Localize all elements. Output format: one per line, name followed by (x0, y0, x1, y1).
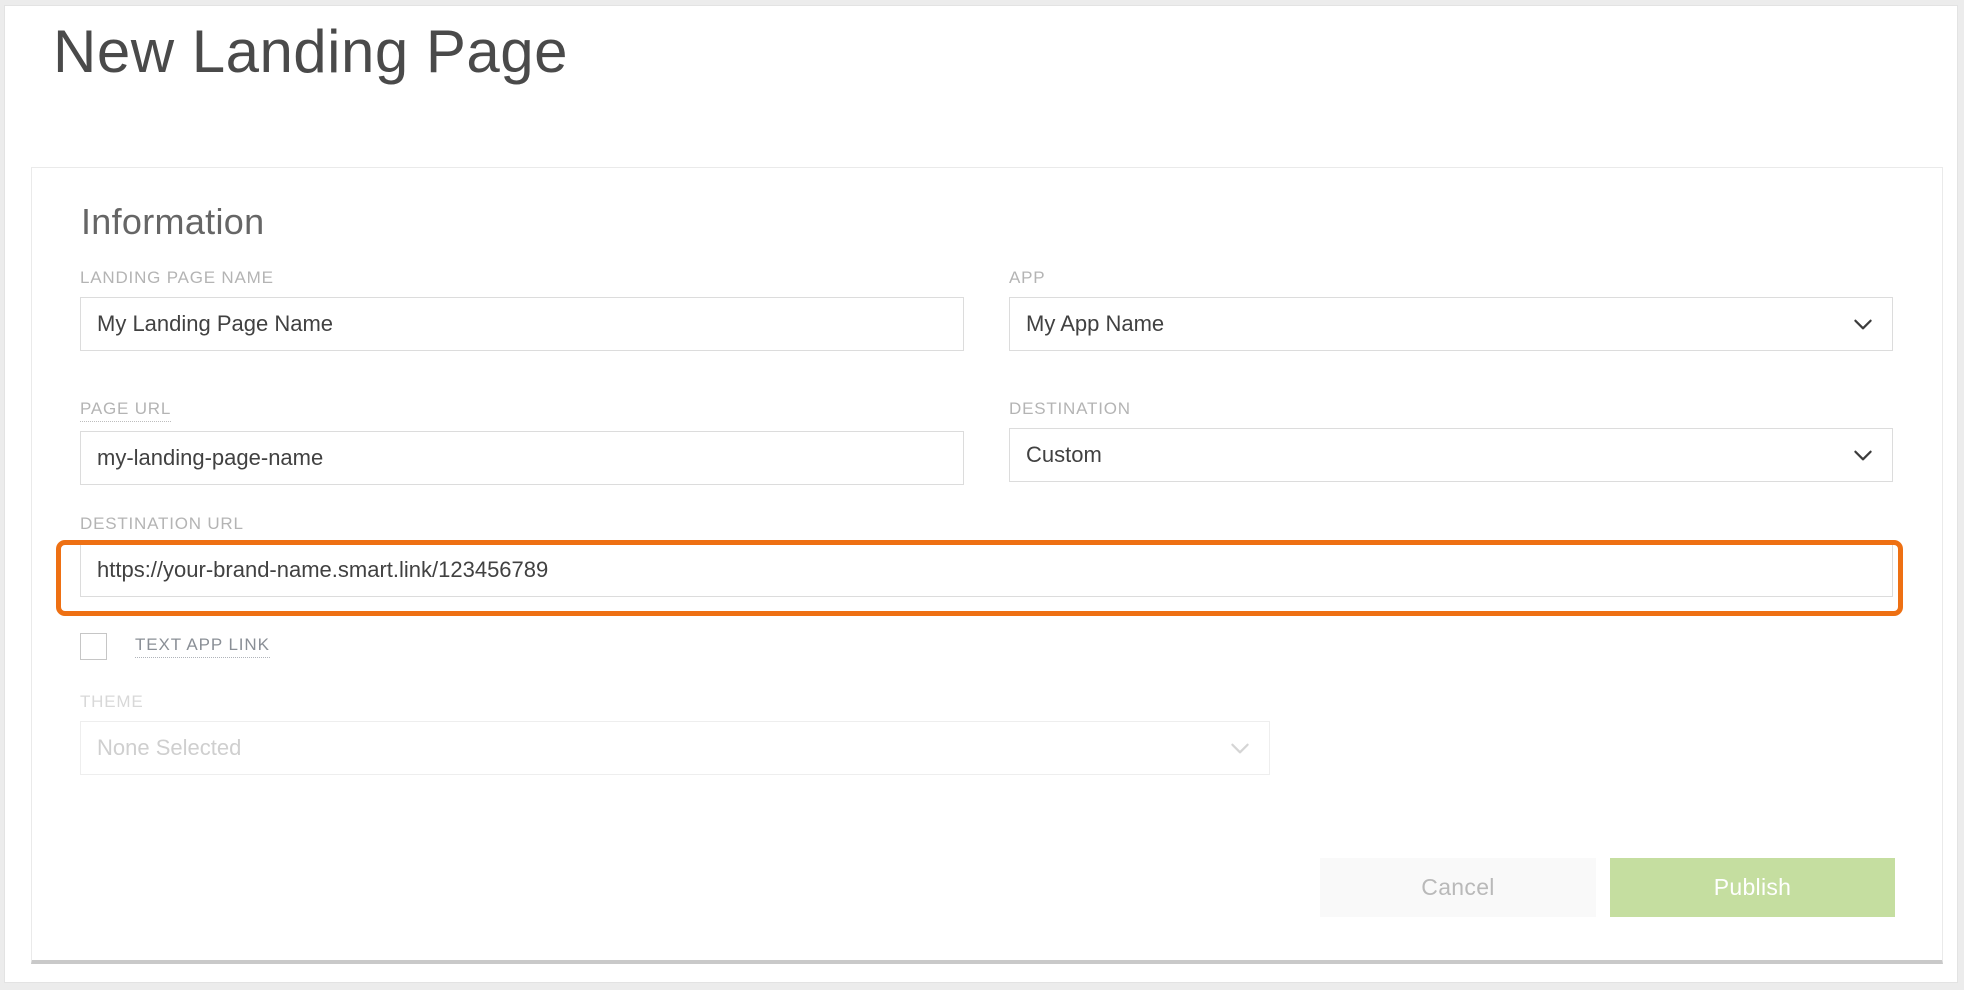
cancel-button[interactable]: Cancel (1320, 858, 1596, 917)
chevron-down-icon (1231, 743, 1249, 754)
page-title: New Landing Page (53, 18, 569, 85)
theme-select-value: None Selected (97, 735, 242, 760)
field-destination: DESTINATION Custom (1009, 399, 1893, 482)
field-text-app-link: TEXT APP LINK (80, 633, 270, 660)
field-label-app: APP (1009, 268, 1046, 287)
field-app: APP My App Name (1009, 268, 1893, 351)
section-title: Information (81, 201, 265, 242)
field-label-destination-url: DESTINATION URL (80, 514, 244, 533)
field-label-destination: DESTINATION (1009, 399, 1131, 418)
page-surface: New Landing Page Information LANDING PAG… (4, 5, 1958, 983)
screen-root: New Landing Page Information LANDING PAG… (0, 0, 1964, 990)
page-url-input[interactable]: my-landing-page-name (80, 431, 964, 485)
app-select-value: My App Name (1026, 311, 1165, 336)
text-app-link-label: TEXT APP LINK (135, 635, 270, 658)
field-destination-url: DESTINATION URL https://your-brand-name.… (80, 514, 1893, 597)
field-landing-page-name: LANDING PAGE NAME My Landing Page Name (80, 268, 964, 351)
field-label-theme: THEME (80, 692, 144, 711)
destination-url-value: https://your-brand-name.smart.link/12345… (97, 557, 549, 582)
destination-url-input[interactable]: https://your-brand-name.smart.link/12345… (80, 543, 1893, 597)
destination-select-value: Custom (1026, 442, 1102, 467)
chevron-down-icon (1854, 450, 1872, 461)
field-page-url: PAGE URL my-landing-page-name (80, 399, 964, 485)
field-label-page-url: PAGE URL (80, 399, 172, 422)
publish-button[interactable]: Publish (1610, 858, 1895, 917)
field-theme: THEME None Selected (80, 692, 1270, 775)
landing-page-name-input[interactable]: My Landing Page Name (80, 297, 964, 351)
chevron-down-icon (1854, 319, 1872, 330)
theme-select[interactable]: None Selected (80, 721, 1270, 775)
page-url-value: my-landing-page-name (97, 445, 324, 470)
destination-select[interactable]: Custom (1009, 428, 1893, 482)
text-app-link-checkbox[interactable] (80, 633, 107, 660)
app-select[interactable]: My App Name (1009, 297, 1893, 351)
landing-page-name-value: My Landing Page Name (97, 311, 334, 336)
field-label-landing-page-name: LANDING PAGE NAME (80, 268, 274, 287)
